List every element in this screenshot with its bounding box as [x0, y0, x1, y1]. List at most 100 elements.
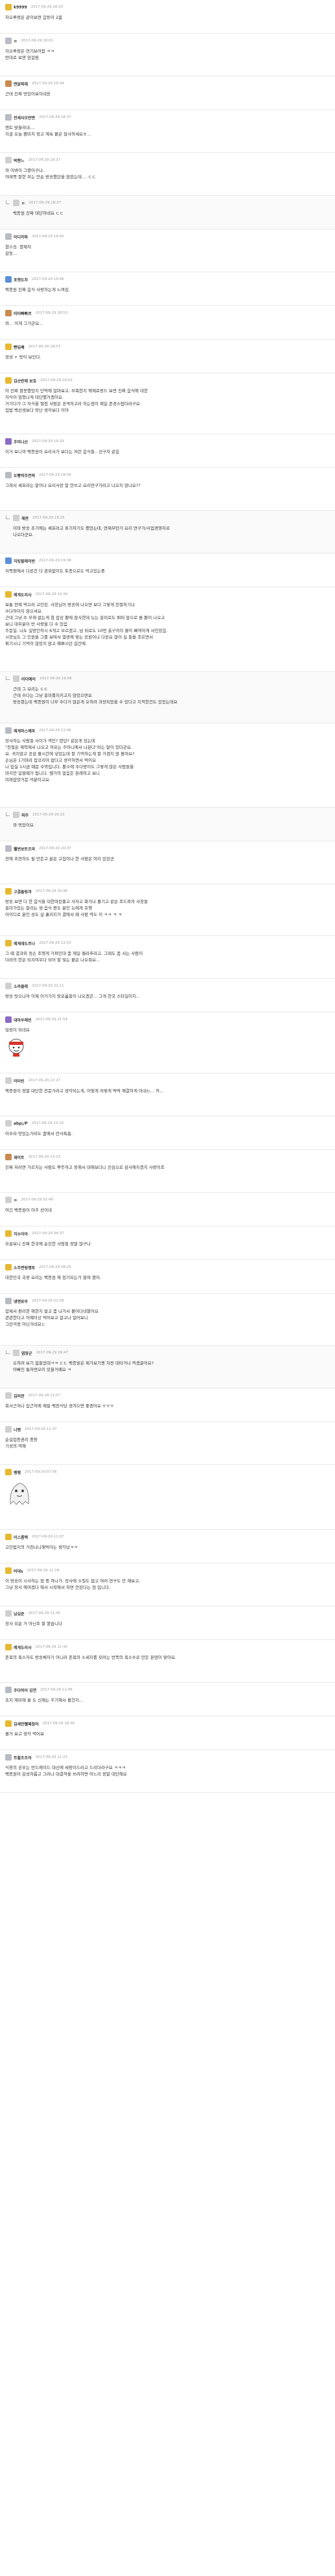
comment-item: 소라클레 2017-09-29 22:11 방송 탓으나까 이제 이거가지 망로롬들…	[0, 979, 335, 1013]
comment-nickname[interactable]: 레게도리사	[14, 592, 32, 598]
comment-text: 고민됩지의 거친나니해먹아는 생각났ㅋㅋ	[5, 1544, 330, 1551]
comment-nickname[interactable]: 전세사오반면	[14, 115, 35, 121]
comment-text-line: 보니 대부분이 반 사랑을 다 수 있음	[5, 622, 68, 627]
level-badge-icon	[5, 727, 12, 734]
comment-item: 냉엔유우 2017-09-29 01:58 잡제서 편리한 해한지 발고 좀 나가서…	[0, 1294, 335, 1346]
comment-text-line: 이마 방송 초기에는 셰프라고 표기하기도 했었는데, 연재부턴가 요리 연구가…	[13, 526, 170, 531]
comment-text-line: 그래서 셰프라는 말이나 요리사란 말 안쓰고 요리연구가라고 나오지 않나요?…	[5, 483, 141, 488]
comment-text: 회사근처나 집근처에 제발 백전식당 생겨으면 좋겠어요 ㅠㅠㅠ	[5, 1403, 330, 1409]
comment-text-line: 보통 전에 먹으라 고민된. 사장님이 방송에 나오면 보다 그렇게 친절하기나	[5, 602, 135, 607]
comment-date: 2017-09-29 19:03	[40, 379, 73, 382]
comment-text-line: 차오루랑은 같이보면 갑동이 2봄	[5, 15, 63, 20]
comment-nickname[interactable]: ㅇ	[21, 200, 25, 206]
comment-nickname[interactable]: 레게도리사	[14, 1645, 32, 1650]
comment-text-line: 잡제서 편리한 해한지 발고 좀 나가서 풀어다네봤어요	[5, 1309, 98, 1314]
comment-date: 2017-09-29 19:29	[32, 439, 64, 443]
comment-nickname[interactable]: 고결돌링과	[14, 889, 32, 895]
comment-item: 이스름맥 2017-09-29 11:07 고민됩지의 거친나니해먹아는 생각났ㅋㅋ	[0, 1530, 335, 1563]
comment-nickname[interactable]: 이터빈	[14, 1078, 25, 1084]
comment-text-line: 여긴 백종원이 아주 선이네	[5, 1208, 52, 1213]
comment-item: 니멘 2017-09-29 11:37 순실업등권리 중용 기성의 약해	[0, 1422, 335, 1465]
comment-date: 2017-09-29 07:56	[25, 1470, 57, 1474]
comment-nickname[interactable]: 아디카파	[14, 234, 28, 240]
comment-header: 이스름맥 2017-09-29 11:07	[5, 1534, 330, 1540]
comment-nickname[interactable]: 박렌느	[14, 158, 25, 163]
comment-nickname[interactable]: abp;/P	[14, 1121, 28, 1126]
comment-item: 레게도리사 2017-09-29 19:39 보통 전에 먹으라 고민된. 사장님이…	[0, 587, 335, 672]
comment-text: 순실업등권리 중용 기성의 약해	[5, 1436, 330, 1449]
comment-nickname[interactable]: 트윌조조라	[14, 1755, 32, 1761]
level-badge-icon	[5, 344, 12, 350]
level-badge-icon	[5, 1469, 12, 1475]
comment-nickname[interactable]: 비대s	[14, 1568, 23, 1574]
comment-nickname[interactable]: 대마우레빈	[14, 1017, 32, 1023]
comment-item: abp;/P 2017-09-29 23:16 아우라 맛있는거라도 좀에서 만사특…	[0, 1116, 335, 1150]
comment-date: 2017-09-29 11:45	[28, 1611, 61, 1615]
comment-date: 2017-09-29 20:22	[32, 813, 65, 817]
reply-arrow-icon	[6, 676, 10, 680]
comment-nickname[interactable]: 아더에이	[21, 676, 36, 682]
comment-nickname[interactable]: 빤딥쎄	[14, 344, 25, 350]
level-badge-icon	[5, 38, 12, 44]
comment-nickname[interactable]: 남심준	[14, 1611, 25, 1617]
comment-header: 대마우레빈 2017-09-29 21:54	[5, 1016, 330, 1023]
comment-nickname[interactable]: 주미니산	[14, 439, 28, 445]
comment-nickname[interactable]: 지킹팔레이반	[14, 558, 35, 564]
comment-nickname[interactable]: 재이트	[14, 1154, 25, 1160]
comment-text-line: 수다하이지 않으셔요.	[5, 609, 43, 614]
comment-nickname[interactable]: 주다머어 김연	[14, 1687, 36, 1693]
comment-text-line: 백종원 진짜 대단하네요 ㄷㄷ	[13, 211, 64, 216]
comment-nickname[interactable]: 이스름맥	[14, 1534, 28, 1540]
comment-nickname[interactable]: 염장군	[21, 1350, 32, 1356]
comment-nickname[interactable]: k9999	[14, 5, 27, 10]
comment-text-line: 자식이 엄청나게 대단했거겠어요.	[5, 395, 64, 400]
emoticon-sticker-icon	[8, 1038, 24, 1057]
comment-text-line: 장사하는 사람들 사이가 객인? 였던? 같은게 있는데	[5, 738, 95, 744]
comment-text-line: 관관한다고 이얘이상 먹어보고 알고나 얼어보니	[5, 1315, 88, 1320]
comment-item: 빤딥쎄 2017-09-29 18:53 정성 + 맛이 보인다.	[0, 340, 335, 373]
comment-nickname[interactable]: 소주면링맹토	[14, 1265, 35, 1270]
comment-nickname[interactable]: 니멘	[14, 1427, 21, 1433]
comment-nickname[interactable]: 김세안쩰패칭아	[14, 1721, 39, 1727]
comment-text: 차오루랑은 연기보이랍 ㅋㅋ 반대로 보면 암걸림	[5, 48, 330, 61]
comment-nickname[interactable]: 소라클레	[14, 983, 28, 989]
comment-nickname[interactable]: 재관	[21, 515, 29, 521]
level-badge-icon	[5, 845, 12, 852]
comment-nickname[interactable]: 냉엔유우	[14, 1298, 28, 1304]
comment-date: 2017-09-29 19:42	[32, 235, 64, 239]
comment-nickname[interactable]: 도빵허주컨퍼	[14, 473, 35, 478]
comment-text: 백종원 진짜 음식 사랑하는게 느껴짐	[5, 287, 330, 293]
comment-nickname[interactable]: 웰번보트조라	[14, 846, 35, 852]
level-badge-icon	[13, 515, 19, 521]
comment-header: 웰번보트조라 2017-09-29 20:37	[5, 845, 330, 852]
comment-text-line: 빌링이 되네요	[5, 1027, 30, 1033]
comment-text: 저쪽편에서 다른건 다 권위없이도 토종으로도 막고있는중	[5, 568, 330, 574]
comment-date: 2017-09-29 22:53	[39, 941, 71, 945]
comment-nickname[interactable]: 레게하스에마	[14, 728, 35, 734]
reply-comment: 외주 2017-09-29 20:22 와 멋있어요	[0, 808, 335, 841]
comment-date: 2017-09-29 23:16	[31, 1121, 64, 1125]
comment-nickname[interactable]: 김러관	[14, 1393, 25, 1399]
comment-nickname[interactable]: 김산란제 보호	[14, 378, 36, 384]
comment-nickname[interactable]: 포켓도자	[14, 277, 28, 283]
comment-item: 주미니산 2017-09-29 19:29 이거 보니까 백종원이 요리사가 보다는…	[0, 434, 335, 468]
comment-nickname[interactable]: 미터빠빠르	[14, 310, 32, 316]
comment-nickname[interactable]: ㅇ	[14, 38, 17, 44]
reply-comment: 아더에이 2017-09-29 19:58 근데 그 요리는 ㄷㄷ 근데 수다는 그냥…	[0, 672, 335, 723]
level-badge-icon	[5, 1720, 12, 1727]
comment-nickname[interactable]: 외주	[21, 812, 29, 818]
comment-nickname[interactable]: 면닭퍼레	[14, 81, 28, 87]
comment-text-line: 순실업등권리 중용	[5, 1437, 38, 1442]
comment-text-line: 주문일. 나도 실망인하시 6개고 모르겠고, 넘 뒤로도 10번 출구까지 불…	[5, 628, 168, 633]
comment-text-line: 이 방송이 시사하는 점 중 하나가, 장사에 소질도 없고 여러 연구도 안 …	[5, 1578, 141, 1584]
comment-text-line: 진짜 저러면 가르치는 사람도 뿌듯하고 동해서 대해보다니 진심으로 감사해지…	[5, 1165, 165, 1170]
comment-text-line: 그 때 결과외 정손 조행게 가펴인대 좀 재일 뭘라추라고, 그래도 좀 서는…	[5, 951, 143, 956]
comment-header: 재이트 2017-09-29 13:23	[5, 1154, 330, 1160]
comment-nickname[interactable]: 렝렝	[14, 1469, 21, 1475]
comment-text-line: 초지 재미에 올 도 신해는 주기해서 볼건지...	[5, 1698, 84, 1703]
comment-nickname[interactable]: 지수이아	[14, 1231, 28, 1237]
comment-nickname[interactable]: 레게데도르나	[14, 941, 35, 946]
comment-nickname[interactable]: ㅇ	[14, 1197, 17, 1203]
comment-item: 전세사오반면 2017-09-29 18:37 엔트 맞을려내.... 지금 오늘 팬…	[0, 110, 335, 153]
comment-text: 와... 이게 그거군요...	[5, 320, 330, 327]
